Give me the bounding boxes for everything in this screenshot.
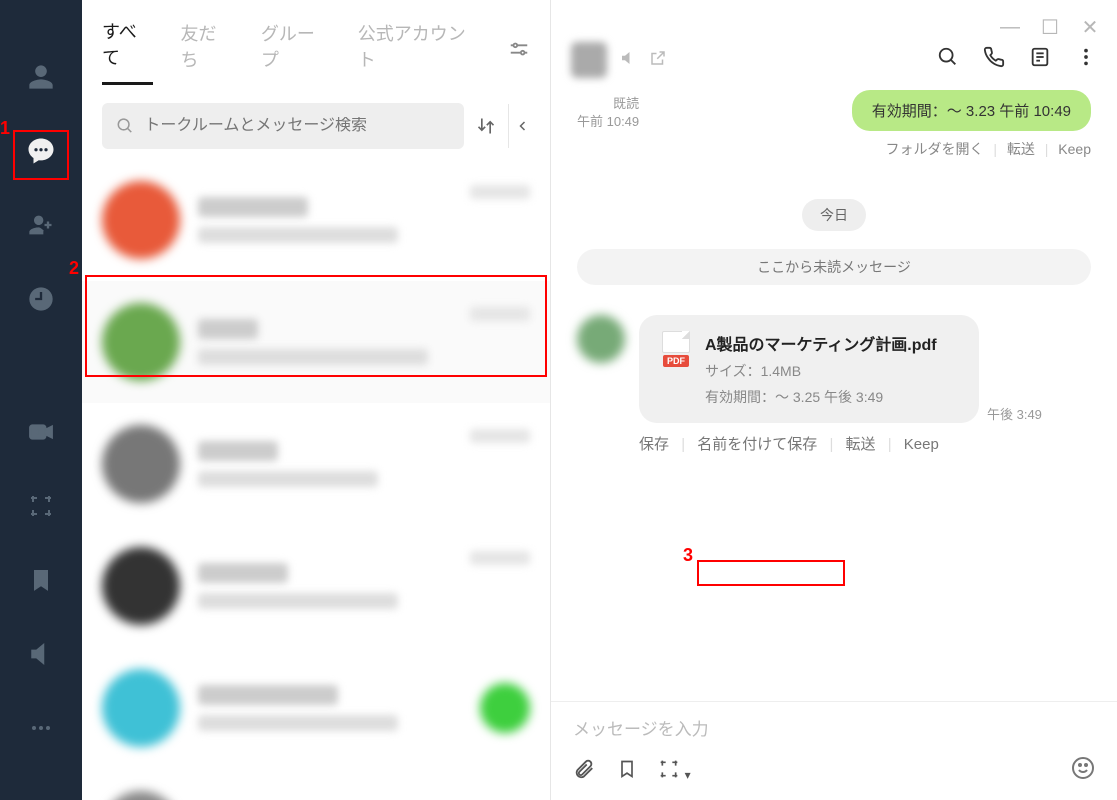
chat-item[interactable] — [82, 769, 550, 800]
tab-filter-icon[interactable] — [508, 38, 530, 65]
tab-friends[interactable]: 友だち — [181, 20, 233, 84]
chat-item-text — [198, 441, 452, 487]
collapse-icon[interactable] — [508, 104, 536, 148]
chat-item-text — [198, 197, 452, 243]
sidebar-video-icon[interactable] — [19, 410, 63, 454]
composer-icons: ▾ — [573, 758, 691, 786]
sidebar-timeline-icon[interactable] — [19, 277, 63, 321]
message-composer: ▾ — [551, 701, 1117, 800]
sidebar-bottom-group — [19, 410, 63, 800]
chat-item-time — [470, 551, 530, 565]
avatar — [102, 791, 180, 800]
app-root: 1 2 3 — [0, 0, 1117, 800]
file-header: PDF A製品のマーケティング計画.pdf サイズ：1.4MB 有効期間：～ 3… — [659, 331, 959, 407]
chat-list-panel: すべて 友だち グループ 公式アカウント — [82, 0, 551, 800]
message-time: 午前 10:49 — [577, 113, 639, 131]
unread-separator: ここから未読メッセージ — [577, 249, 1091, 285]
search-icon[interactable] — [937, 46, 959, 74]
speaker-icon[interactable] — [619, 49, 637, 72]
chat-item[interactable] — [82, 647, 550, 769]
message-row-received: PDF A製品のマーケティング計画.pdf サイズ：1.4MB 有効期間：～ 3… — [577, 315, 1091, 423]
window-controls: — ☐ ✕ — [999, 0, 1117, 54]
sidebar — [0, 0, 82, 800]
maximize-button[interactable]: ☐ — [1039, 15, 1061, 40]
sidebar-profile-icon[interactable] — [19, 55, 63, 99]
date-today-pill: 今日 — [802, 199, 866, 231]
sender-avatar — [577, 315, 625, 363]
capture-icon[interactable]: ▾ — [659, 759, 691, 785]
file-actions: 保存 | 名前を付けて保存 | 転送 | Keep — [639, 433, 1091, 454]
sidebar-more-icon[interactable] — [19, 706, 63, 750]
close-button[interactable]: ✕ — [1079, 15, 1101, 40]
tab-all[interactable]: すべて — [102, 18, 153, 85]
avatar — [102, 547, 180, 625]
action-save[interactable]: 保存 — [639, 436, 669, 453]
action-forward[interactable]: 転送 — [1007, 141, 1035, 157]
search-input[interactable] — [144, 117, 450, 135]
conversation-panel: — ☐ ✕ 既読 午前 10:49 有効期間：～ 3.23 午前 10:49 — [551, 0, 1117, 800]
file-message-bubble[interactable]: PDF A製品のマーケティング計画.pdf サイズ：1.4MB 有効期間：～ 3… — [639, 315, 979, 423]
unread-badge — [480, 683, 530, 733]
minimize-button[interactable]: — — [999, 16, 1021, 39]
chat-items — [82, 159, 550, 800]
chat-item-text — [198, 685, 462, 731]
sort-icon[interactable] — [472, 104, 500, 148]
chat-item-text — [198, 563, 452, 609]
action-open-folder[interactable]: フォルダを開く — [885, 141, 983, 157]
message-row-sent: 既読 午前 10:49 有効期間：～ 3.23 午前 10:49 — [577, 90, 1091, 131]
avatar — [102, 181, 180, 259]
sidebar-speaker-icon[interactable] — [19, 632, 63, 676]
bookmark-icon[interactable] — [617, 759, 637, 785]
avatar — [102, 303, 180, 381]
avatar — [102, 669, 180, 747]
action-forward[interactable]: 転送 — [846, 436, 876, 453]
chat-item[interactable] — [82, 159, 550, 281]
chat-item[interactable] — [82, 403, 550, 525]
file-size: サイズ：1.4MB — [705, 361, 937, 381]
message-time: 午後 3:49 — [987, 404, 1042, 423]
file-name: A製品のマーケティング計画.pdf — [705, 331, 937, 355]
search-icon — [116, 116, 134, 136]
composer-input[interactable] — [573, 720, 1095, 740]
message-meta: 既読 午前 10:49 — [577, 95, 639, 131]
chat-item[interactable] — [82, 281, 550, 403]
chat-item-time — [470, 429, 530, 443]
messages-area: 既読 午前 10:49 有効期間：～ 3.23 午前 10:49 フォルダを開く… — [551, 80, 1117, 701]
action-keep[interactable]: Keep — [1058, 141, 1091, 157]
date-separator: 今日 — [577, 199, 1091, 231]
sidebar-chat-icon[interactable] — [19, 129, 63, 173]
sidebar-keep-icon[interactable] — [19, 558, 63, 602]
read-status: 既読 — [577, 95, 639, 113]
file-validity: 有効期間：～ 3.25 午後 3:49 — [705, 387, 937, 407]
search-row — [82, 85, 550, 159]
action-save-as[interactable]: 名前を付けて保存 — [697, 436, 817, 453]
sidebar-capture-icon[interactable] — [19, 484, 63, 528]
chat-item-time — [470, 307, 530, 321]
tab-groups[interactable]: グループ — [261, 20, 330, 84]
emoji-icon[interactable] — [1071, 756, 1095, 786]
search-box[interactable] — [102, 103, 464, 149]
sidebar-add-friend-icon[interactable] — [19, 203, 63, 247]
tab-official[interactable]: 公式アカウント — [358, 20, 480, 84]
attach-icon[interactable] — [573, 758, 595, 786]
popout-icon[interactable] — [649, 49, 667, 72]
action-keep[interactable]: Keep — [904, 436, 939, 453]
conversation-avatar — [571, 42, 607, 78]
avatar — [102, 425, 180, 503]
pdf-icon: PDF — [659, 331, 693, 367]
chat-item-text — [198, 319, 452, 365]
message-bubble-sent: 有効期間：～ 3.23 午前 10:49 — [852, 90, 1091, 131]
message-actions: フォルダを開く | 転送 | Keep — [577, 139, 1091, 159]
chat-item[interactable] — [82, 525, 550, 647]
chat-tabs: すべて 友だち グループ 公式アカウント — [82, 0, 550, 85]
chat-item-time — [470, 185, 530, 199]
